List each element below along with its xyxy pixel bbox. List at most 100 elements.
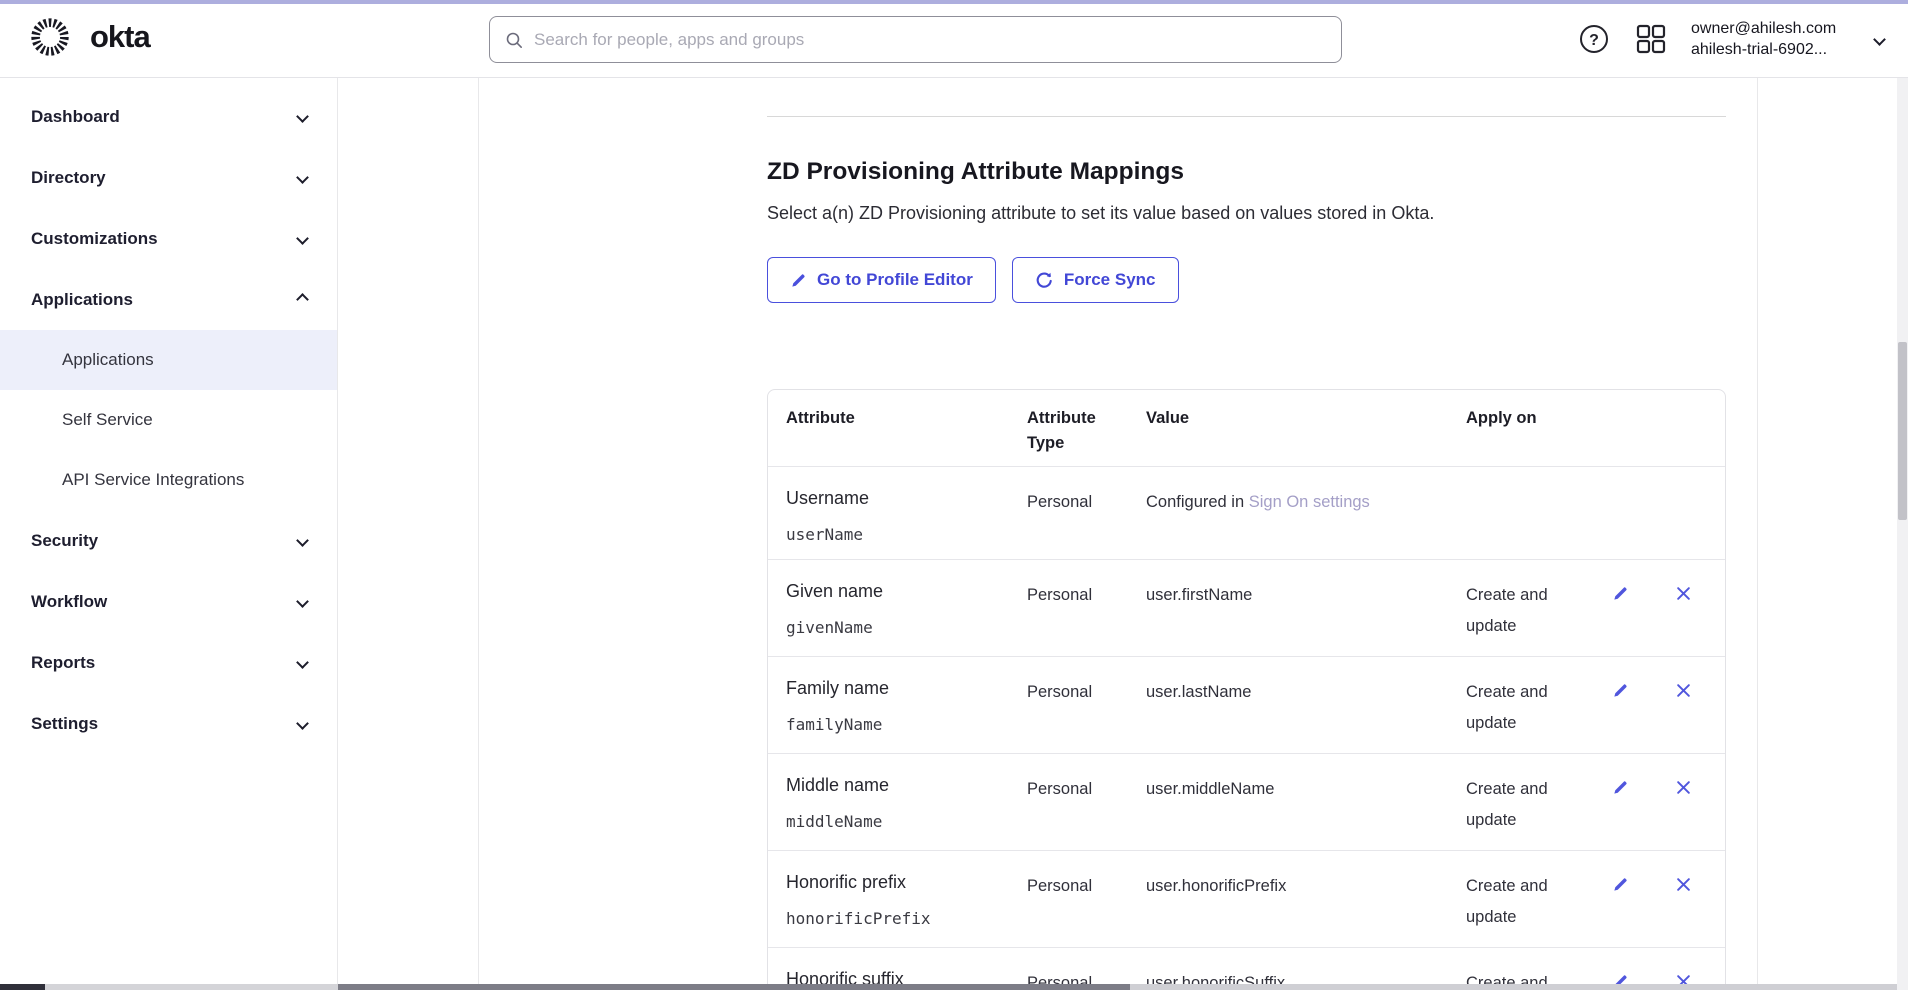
action-buttons: Go to Profile Editor Force Sync — [767, 257, 1726, 303]
content-hscroll-thumb[interactable] — [338, 984, 1130, 990]
attribute-mappings-table: Attribute Attribute Type Value Apply on … — [767, 389, 1726, 990]
chevron-down-icon — [296, 656, 309, 669]
remove-mapping-button[interactable] — [1676, 778, 1694, 796]
attribute-type-cell: Personal — [1009, 467, 1128, 559]
account-email: owner@ahilesh.com — [1691, 18, 1863, 39]
edit-mapping-button[interactable] — [1612, 681, 1630, 699]
search-input[interactable] — [534, 30, 1327, 50]
chevron-down-icon[interactable] — [1873, 33, 1886, 46]
remove-mapping-button[interactable] — [1676, 875, 1694, 893]
attribute-type-cell: Personal — [1009, 560, 1128, 656]
sidebar-item-dashboard[interactable]: Dashboard — [0, 86, 337, 147]
pencil-icon — [1612, 876, 1629, 893]
value-cell: user.middleName — [1128, 754, 1448, 850]
chevron-down-icon — [296, 232, 309, 245]
edit-mapping-button[interactable] — [1612, 584, 1630, 602]
apply-on-cell: Create and update — [1448, 851, 1598, 947]
sidebar-subitem-label: Self Service — [62, 410, 153, 430]
sidebar-item-customizations[interactable]: Customizations — [0, 208, 337, 269]
okta-admin-console: okta ? — [0, 0, 1908, 990]
section-divider — [767, 116, 1726, 117]
edit-mapping-button[interactable] — [1612, 778, 1630, 796]
sidebar: Dashboard Directory Customizations Appli… — [0, 78, 338, 990]
vertical-scrollbar-thumb[interactable] — [1898, 342, 1907, 520]
attribute-display-name: Middle name — [786, 774, 1001, 796]
sidebar-item-workflow[interactable]: Workflow — [0, 571, 337, 632]
chevron-down-icon — [296, 171, 309, 184]
row-actions — [1598, 851, 1725, 947]
table-header-row: Attribute Attribute Type Value Apply on — [768, 390, 1725, 466]
close-icon — [1676, 586, 1691, 601]
svg-text:?: ? — [1589, 32, 1599, 49]
right-gutter — [1758, 78, 1908, 990]
sidebar-subitem-self-service[interactable]: Self Service — [0, 390, 337, 450]
pencil-icon — [1612, 682, 1629, 699]
pencil-icon — [1612, 585, 1629, 602]
sidebar-item-reports[interactable]: Reports — [0, 632, 337, 693]
sidebar-item-label: Workflow — [31, 592, 107, 612]
app-switcher-button[interactable] — [1635, 23, 1667, 55]
sidebar-subitem-label: API Service Integrations — [62, 470, 244, 490]
button-label: Force Sync — [1064, 270, 1156, 290]
sidebar-subitem-api-service-integrations[interactable]: API Service Integrations — [0, 450, 337, 510]
okta-logo[interactable]: okta — [27, 14, 150, 60]
sidebar-subitem-label: Applications — [62, 350, 154, 370]
sign-on-settings-link[interactable]: Sign On settings — [1249, 493, 1370, 511]
horizontal-scrollbar[interactable] — [0, 984, 1908, 990]
attribute-display-name: Honorific prefix — [786, 871, 1001, 893]
value-cell: user.honorificPrefix — [1128, 851, 1448, 947]
sidebar-item-security[interactable]: Security — [0, 510, 337, 571]
value-cell: Configured in Sign On settings — [1128, 467, 1448, 559]
column-header-attribute: Attribute — [768, 390, 1009, 466]
sidebar-item-directory[interactable]: Directory — [0, 147, 337, 208]
help-button[interactable]: ? — [1579, 24, 1609, 54]
table-row: Given name givenName Personal user.first… — [768, 559, 1725, 656]
table-row: Family name familyName Personal user.las… — [768, 656, 1725, 753]
okta-logo-icon — [27, 14, 73, 60]
pencil-icon — [1612, 779, 1629, 796]
attribute-type-cell: Personal — [1009, 657, 1128, 753]
search-icon — [504, 30, 524, 50]
row-actions — [1598, 754, 1725, 850]
chevron-down-icon — [296, 534, 309, 547]
row-actions — [1598, 657, 1725, 753]
sidebar-hscroll-thumb[interactable] — [0, 984, 45, 990]
apply-on-cell: Create and update — [1448, 560, 1598, 656]
column-header-attribute-type: Attribute Type — [1009, 390, 1128, 466]
sidebar-item-label: Dashboard — [31, 107, 120, 127]
table-row: Middle name middleName Personal user.mid… — [768, 753, 1725, 850]
sidebar-item-label: Settings — [31, 714, 98, 734]
sidebar-subitem-applications[interactable]: Applications — [0, 330, 337, 390]
chevron-up-icon — [296, 293, 309, 306]
attribute-variable-name: middleName — [786, 812, 1001, 832]
apply-on-cell — [1448, 467, 1598, 559]
go-to-profile-editor-button[interactable]: Go to Profile Editor — [767, 257, 996, 303]
remove-mapping-button[interactable] — [1676, 584, 1694, 602]
refresh-icon — [1035, 271, 1054, 290]
apply-on-cell: Create and update — [1448, 754, 1598, 850]
sidebar-item-label: Customizations — [31, 229, 158, 249]
attribute-display-name: Given name — [786, 580, 1001, 602]
main-content: ZD Provisioning Attribute Mappings Selec… — [479, 78, 1758, 990]
header-actions: ? owner@ahilesh.com ahilesh-trial-6902..… — [1579, 0, 1908, 78]
global-search — [489, 16, 1342, 63]
sidebar-item-label: Security — [31, 531, 98, 551]
attribute-variable-name: honorificPrefix — [786, 909, 1001, 929]
sidebar-item-settings[interactable]: Settings — [0, 693, 337, 754]
help-icon: ? — [1579, 24, 1609, 54]
chevron-down-icon — [296, 110, 309, 123]
sidebar-hscroll-track[interactable] — [45, 984, 338, 990]
attribute-variable-name: userName — [786, 525, 1001, 545]
table-row: Username userName Personal Configured in… — [768, 466, 1725, 559]
vertical-scrollbar[interactable] — [1897, 78, 1908, 990]
button-label: Go to Profile Editor — [817, 270, 973, 290]
column-header-actions — [1598, 390, 1725, 466]
sidebar-item-applications[interactable]: Applications — [0, 269, 337, 330]
attribute-type-cell: Personal — [1009, 754, 1128, 850]
remove-mapping-button[interactable] — [1676, 681, 1694, 699]
page-subtitle: Select a(n) ZD Provisioning attribute to… — [767, 201, 1726, 225]
edit-mapping-button[interactable] — [1612, 875, 1630, 893]
account-menu[interactable]: owner@ahilesh.com ahilesh-trial-6902... — [1691, 18, 1863, 60]
row-actions — [1598, 560, 1725, 656]
force-sync-button[interactable]: Force Sync — [1012, 257, 1179, 303]
